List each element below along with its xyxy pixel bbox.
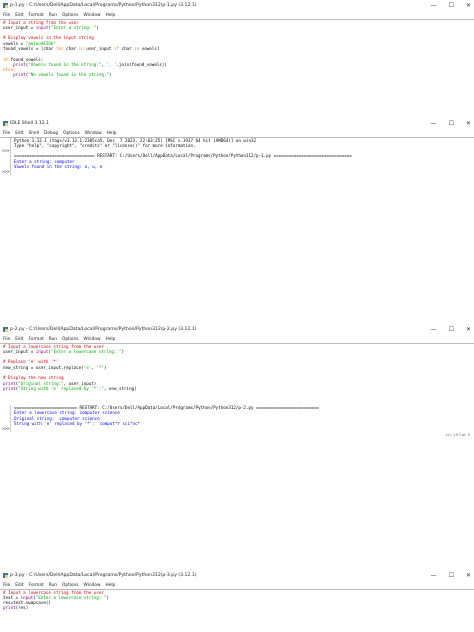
- code-editor[interactable]: # Input a lowercase string from the user…: [0, 344, 474, 392]
- menu-edit[interactable]: Edit: [15, 131, 23, 136]
- python-file-icon: [3, 327, 8, 332]
- menu-window[interactable]: Window: [85, 131, 102, 136]
- menu-window[interactable]: Window: [84, 583, 101, 588]
- python-file-icon: [3, 573, 8, 578]
- menu-help[interactable]: Help: [105, 337, 115, 342]
- menu-options[interactable]: Options: [63, 131, 80, 136]
- menu-shell[interactable]: Shell: [29, 131, 39, 136]
- menu-window[interactable]: Window: [84, 13, 101, 18]
- menu-edit[interactable]: Edit: [15, 583, 23, 588]
- menu-edit[interactable]: Edit: [15, 13, 23, 18]
- menu-help[interactable]: Help: [105, 13, 115, 18]
- menu-window[interactable]: Window: [84, 337, 101, 342]
- status-bar: Ln: 15 Col: 0: [446, 431, 470, 437]
- minimize-button[interactable]: —: [431, 326, 437, 333]
- code-line: print("No vowels found in the string."): [13, 72, 112, 78]
- minimize-button[interactable]: —: [431, 2, 437, 9]
- menu-help[interactable]: Help: [105, 583, 115, 588]
- code-editor[interactable]: # Input a lowercase string from the user…: [0, 590, 474, 611]
- close-button[interactable]: ✕: [466, 572, 471, 579]
- prompt-gutter: ​​​​>>>: [0, 405, 10, 431]
- shell-output[interactable]: ​​​​>>>========================= RESTART…: [0, 405, 474, 432]
- prompt-gutter: ​​>>>​​​>>>: [0, 138, 10, 175]
- menu-file[interactable]: File: [3, 583, 10, 588]
- close-button[interactable]: ✕: [466, 120, 471, 127]
- shell-window: IDLE Shell 3.12.1 — ☐ ✕ File Edit Shell …: [0, 118, 474, 175]
- menu-options[interactable]: Options: [62, 13, 79, 18]
- editor-window-p3: p-3.py - C:/Users/Dell/AppData/Local/Pro…: [0, 570, 474, 611]
- prompt-marker: >>>: [2, 169, 10, 175]
- prompt-marker: >>>: [2, 148, 10, 154]
- close-button[interactable]: ✕: [466, 326, 471, 333]
- shell-output[interactable]: ​​>>>​​​>>>Python 3.12.1 (tags/v3.12.1:2…: [0, 137, 474, 175]
- menu-bar: File Edit Format Run Options Window Help: [0, 335, 474, 343]
- menu-format[interactable]: Format: [29, 337, 44, 342]
- menu-file[interactable]: File: [3, 337, 10, 342]
- code-line: print(res): [3, 605, 29, 611]
- window-title: p-2.py - C:/Users/Dell/AppData/Local/Pro…: [10, 327, 197, 332]
- menu-run[interactable]: Run: [49, 583, 57, 588]
- minimize-button[interactable]: —: [431, 572, 437, 579]
- window-title: p-1.py - C:/Users/Dell/AppData/Local/Pro…: [10, 3, 197, 8]
- maximize-button[interactable]: ☐: [449, 572, 454, 579]
- idle-icon: [3, 121, 8, 126]
- menu-run[interactable]: Run: [49, 13, 57, 18]
- editor-window-p2: p-2.py - C:/Users/Dell/AppData/Local/Pro…: [0, 324, 474, 439]
- prompt-marker: >>>: [2, 426, 10, 432]
- window-title: p-3.py - C:/Users/Dell/AppData/Local/Pro…: [10, 573, 197, 578]
- menu-bar: File Edit Format Run Options Window Help: [0, 11, 474, 19]
- shell-text: ========================= RESTART: C:/Us…: [10, 405, 474, 432]
- maximize-button[interactable]: ☐: [449, 2, 454, 9]
- minimize-button[interactable]: —: [431, 120, 437, 127]
- title-bar: p-3.py - C:/Users/Dell/AppData/Local/Pro…: [0, 570, 474, 581]
- menu-file[interactable]: File: [3, 131, 10, 136]
- code-editor[interactable]: # Input a string from the user user_input…: [0, 20, 474, 78]
- window-title: IDLE Shell 3.12.1: [10, 121, 50, 126]
- title-bar: p-2.py - C:/Users/Dell/AppData/Local/Pro…: [0, 324, 474, 335]
- maximize-button[interactable]: ☐: [449, 326, 454, 333]
- maximize-button[interactable]: ☐: [449, 120, 454, 127]
- python-file-icon: [3, 3, 8, 8]
- shell-line: ​: [14, 426, 474, 431]
- menu-format[interactable]: Format: [29, 13, 44, 18]
- title-bar: IDLE Shell 3.12.1 — ☐ ✕: [0, 118, 474, 129]
- shell-line: ​: [14, 169, 474, 174]
- menu-edit[interactable]: Edit: [15, 337, 23, 342]
- close-button[interactable]: ✕: [466, 2, 471, 9]
- menu-options[interactable]: Options: [62, 337, 79, 342]
- menu-file[interactable]: File: [3, 13, 10, 18]
- menu-debug[interactable]: Debug: [44, 131, 58, 136]
- menu-bar: File Edit Shell Debug Options Window Hel…: [0, 129, 474, 137]
- menu-help[interactable]: Help: [107, 131, 117, 136]
- menu-options[interactable]: Options: [62, 583, 79, 588]
- menu-format[interactable]: Format: [29, 583, 44, 588]
- menu-run[interactable]: Run: [49, 337, 57, 342]
- menu-bar: File Edit Format Run Options Window Help: [0, 581, 474, 589]
- shell-text: Python 3.12.1 (tags/v3.12.1:2305ca5, Dec…: [10, 137, 474, 175]
- editor-window-p1: p-1.py - C:/Users/Dell/AppData/Local/Pro…: [0, 0, 474, 78]
- title-bar: p-1.py - C:/Users/Dell/AppData/Local/Pro…: [0, 0, 474, 11]
